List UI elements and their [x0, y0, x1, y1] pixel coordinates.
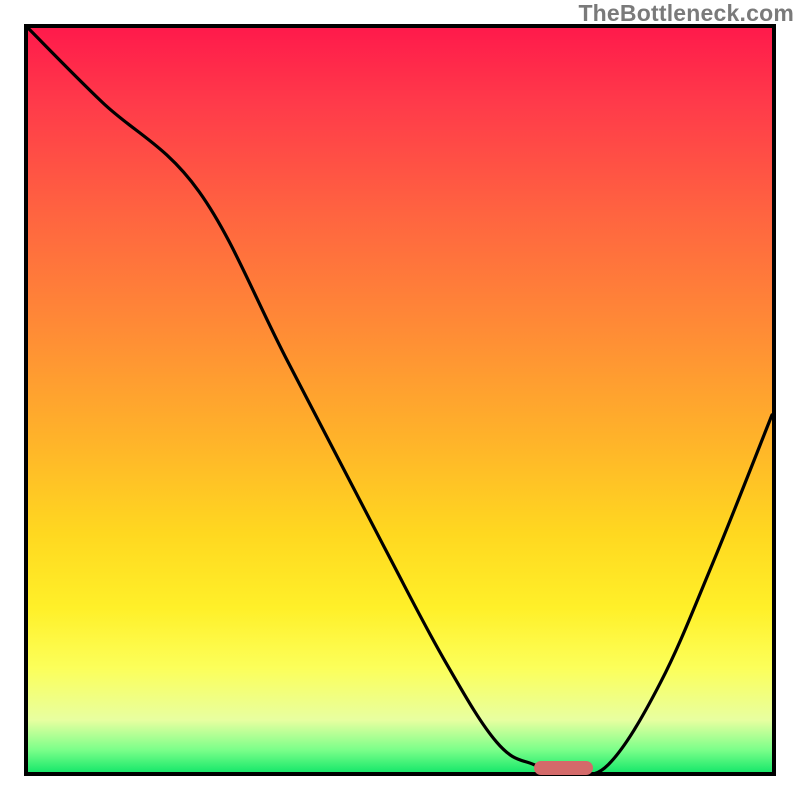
- chart-frame: [24, 24, 776, 776]
- chart-curve-svg: [28, 28, 772, 772]
- bottleneck-curve-path: [28, 28, 772, 772]
- optimal-point-marker: [534, 761, 594, 775]
- watermark-text: TheBottleneck.com: [578, 0, 794, 27]
